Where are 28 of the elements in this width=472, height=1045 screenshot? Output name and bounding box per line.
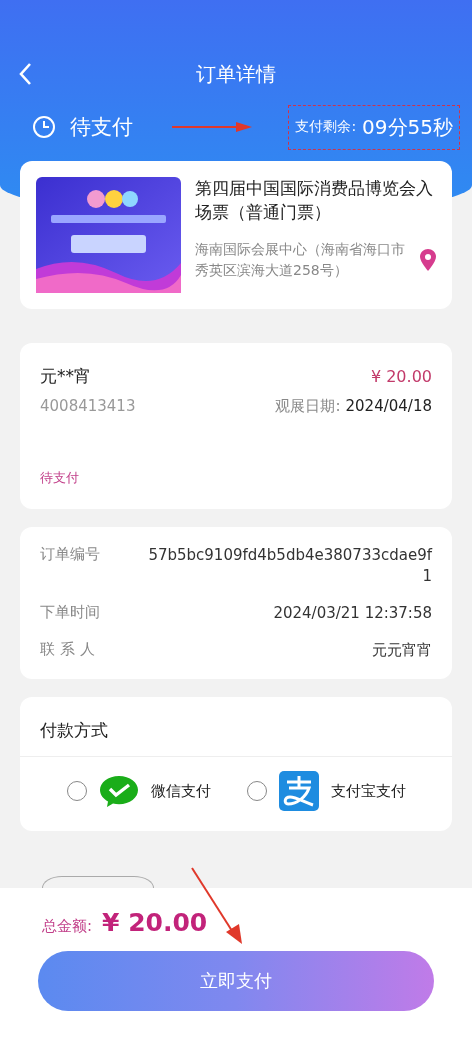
- field-label: 联 系 人: [40, 640, 96, 660]
- total-label: 总金额:: [42, 917, 93, 936]
- location-pin-icon[interactable]: [420, 248, 436, 271]
- payment-method-label[interactable]: 微信支付: [150, 781, 211, 801]
- countdown-timer: 09分55秒: [362, 113, 453, 141]
- visit-date: 2024/04/18: [345, 397, 432, 415]
- payment-method-label[interactable]: 支付宝支付: [330, 781, 406, 801]
- page-title: 订单详情: [196, 60, 276, 88]
- chat-bubble-icon: [98, 774, 139, 808]
- order-status: 待支付: [70, 114, 133, 141]
- ticket-price: ¥ 20.00: [370, 367, 432, 386]
- back-icon[interactable]: [18, 62, 32, 86]
- section-title: 付款方式: [20, 697, 452, 757]
- field-label: 下单时间: [40, 603, 101, 623]
- field-value: 2024/03/21 12:37:58: [272, 603, 432, 624]
- visitor-name: 元**宵: [40, 365, 91, 388]
- date-label: 观展日期:: [275, 397, 341, 415]
- field-value: 57b5bc9109fd4b5db4e380733cdae9f1: [147, 545, 432, 587]
- field-value: 元元宵宵: [371, 640, 432, 661]
- countdown-label: 支付剩余:: [295, 118, 357, 136]
- field-label: 订单编号: [40, 545, 101, 565]
- payment-status: 待支付: [40, 469, 80, 487]
- total-amount: ¥ 20.00: [102, 908, 208, 937]
- payment-app-icon: [278, 771, 319, 811]
- id-number: 4008413413: [40, 397, 136, 415]
- clock-icon: [32, 115, 56, 139]
- ticket-name: 第四届中国国际消费品博览会入场票（普通门票）: [195, 177, 434, 224]
- venue-address: 海南国际会展中心（海南省海口市秀英区滨海大道258号）: [195, 239, 406, 280]
